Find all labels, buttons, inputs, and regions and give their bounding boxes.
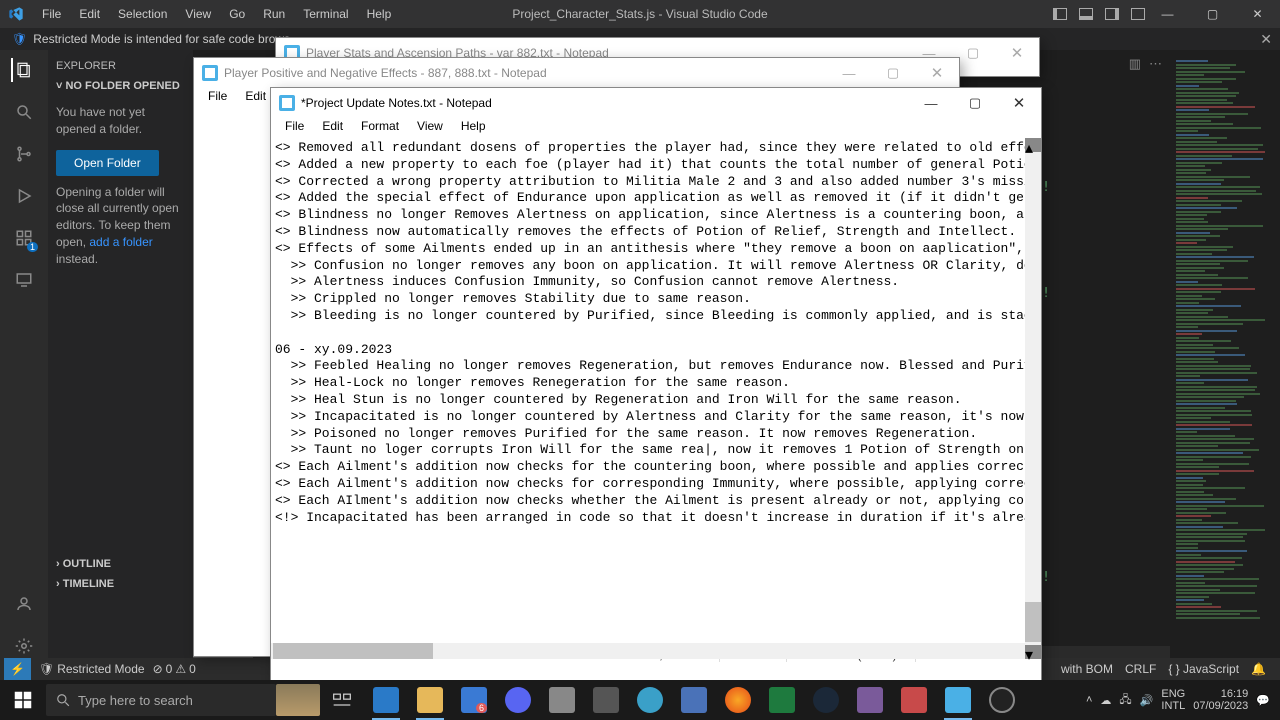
- np3-menu-view[interactable]: View: [409, 118, 451, 138]
- app-taskbar-icon[interactable]: [672, 680, 716, 720]
- explorer-title: EXPLORER: [56, 56, 185, 76]
- shield-icon: 🛡: [12, 32, 27, 46]
- no-folder-message: You have not yet opened a folder.: [56, 104, 185, 138]
- tray-language[interactable]: ENGINTL: [1161, 688, 1185, 712]
- problems-status[interactable]: ⊘ 0 ⚠ 0: [153, 662, 196, 676]
- np3-menu-help[interactable]: Help: [453, 118, 494, 138]
- search-icon[interactable]: [12, 100, 36, 124]
- task-view-icon[interactable]: [320, 680, 364, 720]
- app-taskbar-icon[interactable]: [540, 680, 584, 720]
- layout-icon[interactable]: [1105, 8, 1119, 20]
- restricted-mode-status[interactable]: 🛡 Restricted Mode: [39, 662, 145, 676]
- vscode-logo-icon: [8, 6, 24, 22]
- np3-menu-format[interactable]: Format: [353, 118, 407, 138]
- vscode-taskbar-icon[interactable]: [364, 680, 408, 720]
- add-folder-link[interactable]: add a folder: [89, 235, 152, 249]
- tray-volume-icon[interactable]: 🔊: [1140, 694, 1154, 707]
- tray-onedrive-icon[interactable]: ☁: [1100, 694, 1111, 707]
- notepad2-title: Player Positive and Negative Effects - 8…: [224, 66, 547, 80]
- extensions-icon[interactable]: 1: [12, 226, 36, 250]
- tray-notifications-icon[interactable]: 💬: [1256, 694, 1270, 707]
- np2-menu-edit[interactable]: Edit: [237, 88, 274, 108]
- news-widget-icon[interactable]: [276, 680, 320, 720]
- menu-help[interactable]: Help: [359, 4, 400, 24]
- notifications-icon[interactable]: 🔔: [1251, 662, 1266, 676]
- notepad-icon: [279, 95, 295, 111]
- steam-taskbar-icon[interactable]: [804, 680, 848, 720]
- vertical-scrollbar[interactable]: ▴▾: [1025, 138, 1041, 659]
- remote-explorer-icon[interactable]: [12, 268, 36, 292]
- menu-view[interactable]: View: [177, 4, 219, 24]
- menu-run[interactable]: Run: [255, 4, 293, 24]
- language-status[interactable]: { } JavaScript: [1168, 662, 1239, 676]
- tray-chevron-icon[interactable]: ˄: [1086, 694, 1092, 706]
- firefox-taskbar-icon[interactable]: [716, 680, 760, 720]
- file-explorer-taskbar-icon[interactable]: [408, 680, 452, 720]
- vscode-menu: File Edit Selection View Go Run Terminal…: [0, 4, 399, 24]
- close-button[interactable]: ✕: [915, 58, 959, 88]
- source-control-icon[interactable]: [12, 142, 36, 166]
- more-actions-icon[interactable]: ⋯: [1149, 56, 1162, 72]
- app-taskbar-icon[interactable]: [628, 680, 672, 720]
- notepad3-text-area[interactable]: <> Removed all redundant dosens of prope…: [271, 138, 1041, 643]
- taskbar-search[interactable]: Type here to search: [46, 684, 276, 716]
- run-debug-icon[interactable]: [12, 184, 36, 208]
- window-title: Project_Character_Stats.js - Visual Stud…: [512, 7, 767, 21]
- eol-status[interactable]: CRLF: [1125, 662, 1156, 676]
- menu-selection[interactable]: Selection: [110, 4, 175, 24]
- search-icon: [56, 693, 70, 707]
- close-button[interactable]: ✕: [995, 38, 1039, 68]
- notepad-icon: [202, 65, 218, 81]
- excel-taskbar-icon[interactable]: [760, 680, 804, 720]
- settings-gear-icon[interactable]: [12, 634, 36, 658]
- outline-section[interactable]: › OUTLINE: [56, 554, 111, 574]
- close-button[interactable]: ✕: [997, 88, 1041, 118]
- menu-terminal[interactable]: Terminal: [295, 4, 356, 24]
- open-folder-hint: Opening a folder will close all currentl…: [56, 184, 185, 268]
- np3-menu-edit[interactable]: Edit: [314, 118, 351, 138]
- close-button[interactable]: ✕: [1235, 0, 1280, 28]
- search-placeholder: Type here to search: [78, 693, 193, 708]
- menu-go[interactable]: Go: [221, 4, 253, 24]
- menu-edit[interactable]: Edit: [71, 4, 108, 24]
- app-taskbar-icon[interactable]: [584, 680, 628, 720]
- explorer-icon[interactable]: [11, 58, 35, 82]
- remote-indicator[interactable]: ⚡: [4, 658, 31, 680]
- tray-clock[interactable]: 16:1907/09/2023: [1193, 688, 1248, 712]
- start-button[interactable]: [0, 680, 46, 720]
- notepad3-title: *Project Update Notes.txt - Notepad: [301, 96, 492, 110]
- encoding-bom-status[interactable]: with BOM: [1061, 662, 1113, 676]
- open-folder-button[interactable]: Open Folder: [56, 150, 159, 176]
- obs-taskbar-icon[interactable]: [980, 680, 1024, 720]
- mail-taskbar-icon[interactable]: 6: [452, 680, 496, 720]
- layout-icon[interactable]: [1053, 8, 1067, 20]
- layout-icon[interactable]: [1079, 8, 1093, 20]
- app-taskbar-icon[interactable]: [892, 680, 936, 720]
- menu-file[interactable]: File: [34, 4, 69, 24]
- split-editor-icon[interactable]: ▥: [1129, 56, 1141, 72]
- horizontal-scrollbar[interactable]: [271, 643, 1025, 659]
- restricted-message: Restricted Mode is intended for safe cod…: [33, 32, 290, 46]
- timeline-section[interactable]: › TIMELINE: [56, 574, 114, 594]
- layout-icon[interactable]: [1131, 8, 1145, 20]
- app-taskbar-icon[interactable]: [848, 680, 892, 720]
- maximize-button[interactable]: ▢: [953, 88, 997, 118]
- minimize-button[interactable]: —: [909, 88, 953, 118]
- discord-taskbar-icon[interactable]: [496, 680, 540, 720]
- layout-controls: [1053, 8, 1145, 20]
- account-icon[interactable]: [12, 592, 36, 616]
- notepad-taskbar-icon[interactable]: [936, 680, 980, 720]
- minimap[interactable]: [1170, 50, 1280, 658]
- maximize-button[interactable]: ▢: [871, 58, 915, 88]
- minimize-button[interactable]: —: [1145, 0, 1190, 28]
- no-folder-section[interactable]: ˅ NO FOLDER OPENED: [56, 76, 185, 96]
- np3-menu-file[interactable]: File: [277, 118, 312, 138]
- tray-network-icon[interactable]: 🖧: [1119, 691, 1131, 710]
- minimize-button[interactable]: —: [827, 58, 871, 88]
- dismiss-restricted-icon[interactable]: ✕: [1260, 31, 1272, 48]
- np2-menu-file[interactable]: File: [200, 88, 235, 108]
- maximize-button[interactable]: ▢: [1190, 0, 1235, 28]
